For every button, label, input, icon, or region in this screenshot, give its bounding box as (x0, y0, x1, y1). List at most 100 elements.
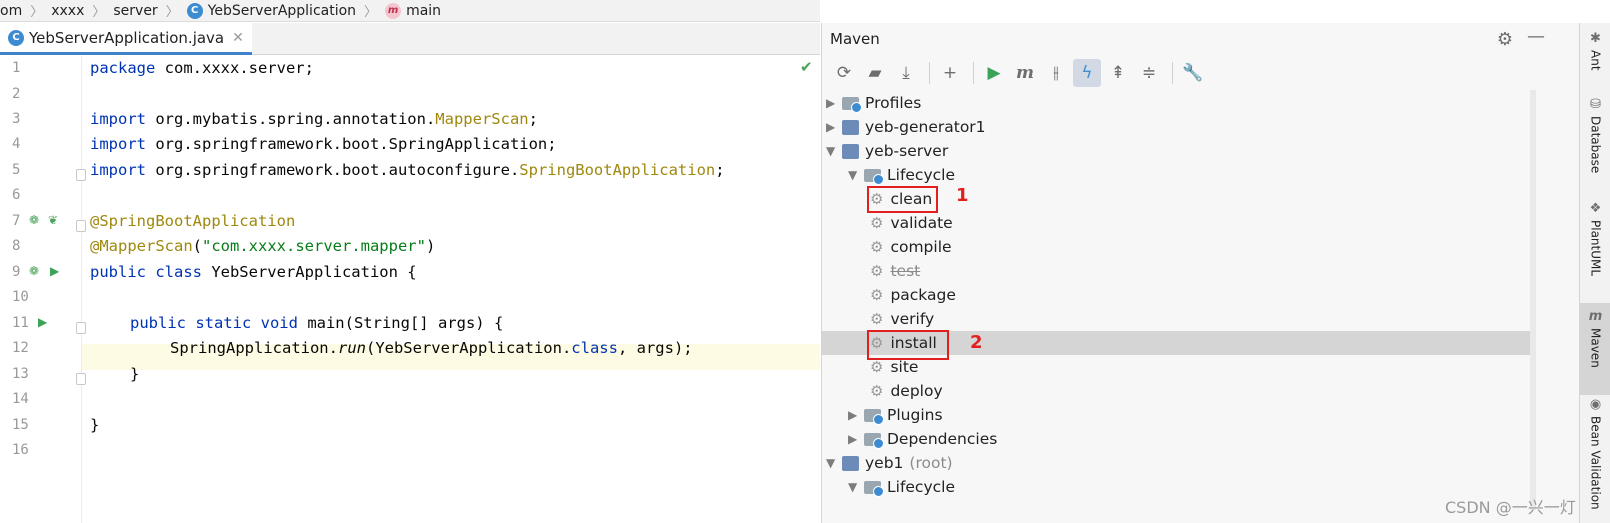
line-number: 11 (12, 315, 29, 331)
tool-window-plantuml[interactable]: ❖ PlantUML (1580, 201, 1610, 276)
fold-marker-icon[interactable] (76, 220, 86, 232)
code-line: import org.springframework.boot.SpringAp… (90, 135, 557, 153)
close-icon[interactable]: ✕ (232, 30, 244, 46)
tree-node-label: Profiles (865, 94, 922, 112)
tree-node-label: Lifecycle (887, 166, 955, 184)
panel-title: Maven (830, 30, 880, 48)
folder-icon (842, 96, 862, 113)
chevron-down-icon[interactable]: ▼ (848, 475, 864, 499)
code-editor[interactable]: ✔ 1 2 3 4 5 6 7 8 9 10 11 12 13 14 15 16… (0, 56, 820, 523)
code-line: import org.springframework.boot.autoconf… (90, 161, 725, 179)
tree-node-lifecycle[interactable]: ▼ Lifecycle (848, 163, 955, 187)
show-dependencies-icon[interactable]: ⇞ (1104, 59, 1132, 87)
breadcrumb-item[interactable]: om 〉 (0, 1, 51, 21)
gear-icon: ⚙ (870, 238, 884, 256)
tree-node-module[interactable]: ▼ yeb-server (826, 139, 948, 163)
tool-window-bean-validation[interactable]: ◉ Bean Validation (1580, 397, 1610, 510)
gear-icon: ⚙ (870, 382, 884, 400)
chevron-down-icon[interactable]: ▼ (826, 451, 842, 475)
spring-config-icon[interactable]: ❦ (48, 213, 58, 227)
annotation-label-1: 1 (956, 185, 969, 206)
chevron-right-icon[interactable]: ▶ (848, 427, 864, 451)
tool-window-ant[interactable]: ✱ Ant (1580, 31, 1610, 71)
spring-bean-icon[interactable]: ❁ (29, 213, 39, 227)
tree-node-plugins[interactable]: ▶ Plugins (848, 403, 943, 427)
run-gutter-icon[interactable]: ▶ (38, 315, 47, 329)
minimize-icon[interactable]: — (1527, 26, 1545, 47)
line-number: 16 (12, 442, 29, 458)
chevron-right-icon[interactable]: ▶ (826, 91, 842, 115)
breadcrumb-item[interactable]: m main (385, 2, 442, 19)
run-icon[interactable]: ▶ (980, 59, 1008, 87)
fold-marker-icon[interactable] (76, 322, 86, 334)
bean-validation-icon: ◉ (1589, 397, 1602, 412)
chevron-right-icon: 〉 (364, 5, 378, 20)
tree-node-label: yeb-generator1 (865, 118, 986, 136)
lifecycle-phase-deploy[interactable]: ⚙ deploy (870, 379, 943, 403)
execute-goal-icon[interactable]: m (1011, 59, 1039, 87)
fold-marker-icon[interactable] (76, 169, 86, 181)
line-number: 12 (12, 340, 29, 356)
tool-window-database[interactable]: ⛁ Database (1580, 97, 1610, 173)
tree-node-profiles[interactable]: ▶ Profiles (826, 91, 921, 115)
breadcrumb-label: om (0, 2, 23, 19)
line-number: 8 (12, 238, 21, 254)
lifecycle-phase-package[interactable]: ⚙ package (870, 283, 956, 307)
chevron-right-icon[interactable]: ▶ (848, 403, 864, 427)
code-line: public static void main(String[] args) { (130, 314, 504, 332)
chevron-right-icon: 〉 (30, 5, 44, 20)
gear-icon: ⚙ (870, 286, 884, 304)
plantuml-icon: ❖ (1589, 201, 1602, 216)
tree-node-root-module[interactable]: ▼ yeb1 (root) (826, 451, 953, 475)
lifecycle-phase-validate[interactable]: ⚙ validate (870, 211, 953, 235)
breadcrumb-label: main (406, 2, 442, 19)
breadcrumb-item[interactable]: server 〉 (113, 1, 186, 21)
tree-node-dependencies[interactable]: ▶ Dependencies (848, 427, 997, 451)
line-number: 6 (12, 187, 21, 203)
tool-window-maven[interactable]: m Maven (1580, 303, 1610, 395)
maven-toolbar: ⟳ ▰ ⤓ + ▶ m ⫲ ϟ ⇞ ≑ 🔧 (822, 56, 1580, 90)
class-icon: C (186, 2, 203, 19)
breadcrumb-item[interactable]: C YebServerApplication 〉 (186, 1, 385, 20)
line-number: 3 (12, 111, 21, 127)
lifecycle-phase-compile[interactable]: ⚙ compile (870, 235, 952, 259)
chevron-down-icon[interactable]: ▼ (848, 163, 864, 187)
lifecycle-phase-test[interactable]: ⚙ test (870, 259, 920, 283)
run-gutter-icon[interactable]: ▶ (50, 264, 59, 278)
download-icon[interactable]: ⤓ (892, 59, 920, 87)
code-line: import org.mybatis.spring.annotation.Map… (90, 110, 538, 128)
reload-icon[interactable]: ⟳ (830, 59, 858, 87)
tree-node-lifecycle[interactable]: ▼ Lifecycle (848, 475, 955, 499)
breadcrumb-label: xxxx (51, 2, 85, 19)
tree-node-module[interactable]: ▶ yeb-generator1 (826, 115, 986, 139)
lifecycle-phase-verify[interactable]: ⚙ verify (870, 307, 934, 331)
breadcrumb-item[interactable]: xxxx 〉 (51, 1, 113, 21)
chevron-right-icon[interactable]: ▶ (826, 115, 842, 139)
inspection-ok-icon[interactable]: ✔ (800, 58, 813, 76)
gear-icon[interactable]: ⚙ (1497, 29, 1513, 50)
settings-wrench-icon[interactable]: 🔧 (1179, 59, 1207, 87)
maven-tree: ▶ Profiles ▶ yeb-generator1 ▼ yeb-server… (822, 91, 1580, 523)
breadcrumb-label: YebServerApplication (207, 2, 357, 19)
code-line: @SpringBootApplication (90, 212, 296, 230)
toggle-offline-icon[interactable]: ⫲ (1042, 59, 1070, 87)
annotation-box-clean (867, 186, 938, 213)
editor-tab[interactable]: C YebServerApplication.java ✕ (0, 23, 252, 55)
add-icon[interactable]: + (936, 59, 964, 87)
skip-tests-icon[interactable]: ϟ (1073, 59, 1101, 87)
method-icon: m (385, 2, 402, 19)
annotation-box-install (867, 330, 949, 360)
chevron-down-icon[interactable]: ▼ (826, 139, 842, 163)
collapse-all-icon[interactable]: ≑ (1135, 59, 1163, 87)
spring-bean-icon[interactable]: ❁ (29, 264, 39, 278)
fold-marker-icon[interactable] (76, 373, 86, 385)
maven-panel-header: Maven (822, 23, 1580, 55)
code-line: } (90, 416, 100, 434)
scrollbar[interactable] (1530, 90, 1536, 510)
gear-icon: ⚙ (870, 214, 884, 232)
generate-sources-icon[interactable]: ▰ (861, 59, 889, 87)
code-line: SpringApplication.run(YebServerApplicati… (170, 339, 693, 357)
watermark: CSDN @一兴一灯 (1445, 498, 1576, 517)
line-number: 13 (12, 366, 29, 382)
maven-icon: m (1588, 309, 1603, 324)
